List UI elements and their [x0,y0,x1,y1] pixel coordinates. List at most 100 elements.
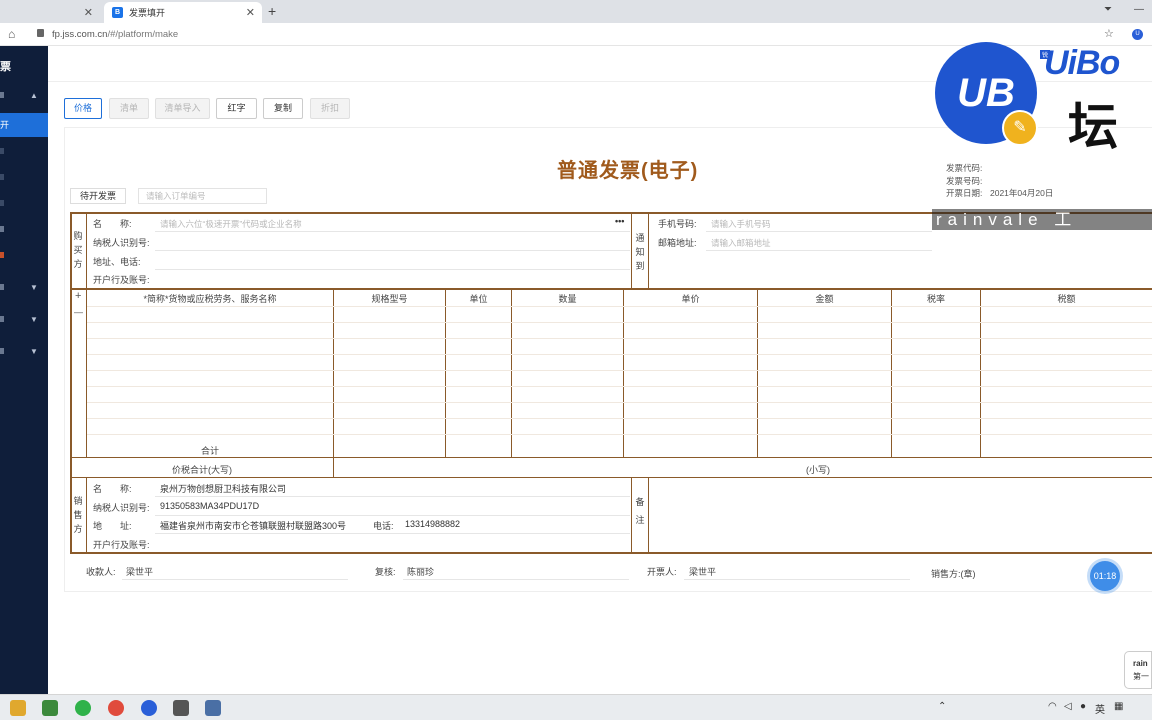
payee-label: 收款人: [86,567,116,577]
sidebar-submenu-fragment[interactable] [0,174,4,180]
reviewer-value[interactable]: 陈丽珍 [407,565,434,578]
notepad-icon[interactable] [42,700,58,716]
seller-phone-label: 电话: [373,521,394,531]
sidebar-menu-fragment[interactable] [0,92,4,98]
field-underline [122,579,348,580]
price-button[interactable]: 价格 [64,98,102,119]
email-input[interactable]: 请输入邮箱地址 [711,237,771,249]
sidebar-submenu-fragment[interactable] [0,226,4,232]
chevron-down-icon[interactable]: ▼ [30,315,38,324]
seller-phone-value[interactable]: 13314988882 [405,519,460,529]
field-underline [403,579,629,580]
pending-invoice-button[interactable]: 待开发票 [70,188,126,204]
minimize-icon[interactable]: — [1134,4,1144,15]
bookmark-star-icon[interactable]: ☆ [1104,27,1114,40]
pen-icon: ✎ [1002,110,1038,146]
field-underline [706,250,932,251]
grid-line [891,290,892,457]
browser-tab-active[interactable]: B 发票填开 ✕ [104,2,262,23]
chevron-down-icon[interactable]: ▼ [30,347,38,356]
browser-tab-inactive[interactable]: ✕ [0,2,100,23]
item-row-line [87,338,1152,339]
invoice-title: 普通发票(电子) [557,160,699,182]
sidebar-submenu-fragment[interactable] [0,200,4,206]
close-icon[interactable]: ✕ [246,6,255,19]
item-row-line [87,434,1152,435]
seller-stamp-label: 销售方:(章) [931,569,976,579]
item-row-line [87,354,1152,355]
calculator-icon[interactable] [205,700,221,716]
buyer-side-text: 购买方 [73,231,83,269]
url-path: /#/platform/make [107,29,179,40]
total-lower-label: (小写) [806,465,830,475]
sidebar-item-label: 开 [0,120,10,130]
grid-line [623,290,624,457]
buyer-bank-label: 开户行及账号: [93,275,150,285]
recording-timer[interactable]: 01:18 [1090,561,1120,591]
grid-line [333,290,334,477]
grid-line [631,477,632,553]
field-underline [684,579,910,580]
seller-taxid-value[interactable]: 91350583MA34PDU17D [160,501,259,511]
seller-taxid-label: 纳税人识别号: [93,503,150,513]
payee-value[interactable]: 梁世平 [126,565,153,578]
sidebar-menu-fragment[interactable] [0,284,4,290]
seller-name-value[interactable]: 泉州万物创想厨卫科技有限公司 [160,482,286,495]
chrome-icon[interactable] [108,700,124,716]
tab-search-icon[interactable]: ⏷ [1104,4,1112,15]
site-favicon-icon: B [112,7,123,18]
more-options-icon[interactable]: ••• [615,216,624,226]
field-underline [155,496,630,497]
taskbar: ⌃ ◠ ◁ ● 英 ▦ [0,694,1152,720]
discount-button[interactable]: 折扣 [310,98,350,119]
browser-tab-bar: ✕ B 发票填开 ✕ + ⏷ — [0,0,1152,23]
copy-button[interactable]: 复制 [263,98,303,119]
list-import-button[interactable]: 清单导入 [155,98,210,119]
volume-icon[interactable]: ◁ [1064,701,1072,712]
buyer-address-label: 地址、电话: [93,257,141,267]
chevron-down-icon[interactable]: ▼ [30,283,38,292]
sidebar-menu-fragment[interactable] [0,316,4,322]
seller-address-value[interactable]: 福建省泉州市南安市仑苍镇联盟村联盟路300号 [160,519,346,532]
add-row-icon[interactable]: + [75,290,81,302]
url-field[interactable]: fp.jss.com.cn/#/platform/make [52,29,178,40]
column-header-tax-rate: 税率 [926,294,945,304]
wechat-icon[interactable]: ● [1080,701,1086,712]
new-tab-icon[interactable]: + [268,3,276,19]
sidebar-item-invoice-issue[interactable]: 开 [0,113,48,137]
sidebar-title: 票 [0,61,11,73]
red-invoice-button[interactable]: 红字 [216,98,257,119]
chevron-up-icon[interactable]: ▲ [30,91,38,100]
grid-line [980,290,981,457]
extension-icon[interactable]: U [1132,29,1143,40]
brush-calligraphy: 坛 [1068,99,1118,155]
floating-card[interactable]: rain 第一 [1124,651,1152,689]
sidebar: 票 ▲ 开 ▼ ▼ ▼ [0,46,48,694]
lock-icon[interactable] [37,29,44,37]
buyer-address-input[interactable] [155,269,630,270]
ub-app-icon[interactable] [141,700,157,716]
close-icon[interactable]: ✕ [84,6,93,19]
floating-card-subtitle: 第一 [1133,672,1149,681]
app-icon[interactable] [173,700,189,716]
ime-grid-icon[interactable]: ▦ [1114,701,1123,712]
buyer-name-input[interactable]: 请输入六位“极速开票”代码或企业名称 [160,218,302,230]
list-button[interactable]: 清单 [109,98,149,119]
column-header-unit: 单位 [469,294,488,304]
issuer-value[interactable]: 梁世平 [689,565,716,578]
total-upper-label: 价税合计(大写) [172,465,232,475]
home-icon[interactable]: ⌂ [8,27,15,41]
buyer-taxid-input[interactable] [155,250,630,251]
wifi-icon[interactable]: ◠ [1048,701,1057,712]
sidebar-submenu-fragment[interactable] [0,252,4,258]
browser-360-icon[interactable] [75,700,91,716]
chevron-up-icon[interactable]: ⌃ [938,701,946,712]
phone-input[interactable]: 请输入手机号码 [711,218,771,230]
sidebar-submenu-fragment[interactable] [0,148,4,154]
file-explorer-icon[interactable] [10,700,26,716]
remove-row-icon[interactable]: — [74,307,83,317]
order-number-input[interactable]: 请输入订单编号 [138,188,267,204]
ime-indicator[interactable]: 英 [1095,701,1105,716]
grid-line [648,477,649,553]
sidebar-menu-fragment[interactable] [0,348,4,354]
